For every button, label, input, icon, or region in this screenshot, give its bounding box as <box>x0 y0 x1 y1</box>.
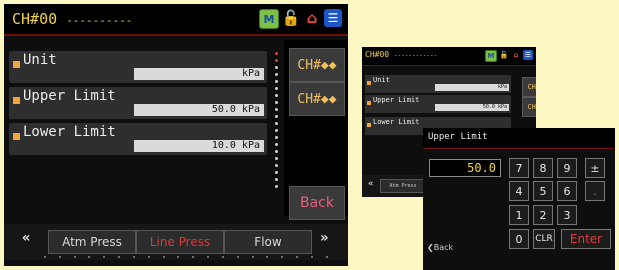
keypad-title: Upper Limit <box>428 132 488 142</box>
keypad-value-display: 50.0 <box>429 159 501 177</box>
lock-icon[interactable]: 🔓 <box>499 50 509 60</box>
preview-channel-button-1[interactable]: CH#◆◆ <box>522 77 536 97</box>
unit-field[interactable]: Unit kPa <box>9 51 267 83</box>
m-icon[interactable]: M <box>485 50 497 62</box>
title-bar: CH#00 ---------- M 🔓 ⌂ ☰ <box>4 4 348 36</box>
preview-title-bar: CH#00 ------------ M 🔓 ⌂ ☰ <box>362 47 536 66</box>
key-3[interactable]: 3 <box>557 205 577 225</box>
document-icon[interactable]: ☰ <box>523 50 533 60</box>
bullet-icon <box>13 133 20 140</box>
lock-icon[interactable]: 🔓 <box>282 9 300 27</box>
bullet-icon <box>367 81 371 85</box>
preview-upper-limit-value[interactable]: 50.0 kPa <box>435 104 509 111</box>
key-5[interactable]: 5 <box>533 181 553 201</box>
keypad-dialog: Upper Limit 50.0 7 8 9 ± 4 5 6 . 1 2 3 0… <box>423 128 615 270</box>
key-2[interactable]: 2 <box>533 205 553 225</box>
bullet-icon <box>13 61 20 68</box>
next-arrow-icon[interactable]: » <box>320 230 328 246</box>
enter-button[interactable]: Enter <box>561 229 611 249</box>
preview-title: CH#00 ------------ <box>365 50 438 59</box>
key-7[interactable]: 7 <box>509 158 529 178</box>
m-icon[interactable]: M <box>259 9 279 29</box>
field-label: Unit <box>23 52 57 68</box>
field-label: Lower Limit <box>373 118 420 126</box>
channel-button-2[interactable]: CH#◆◆ <box>289 82 345 116</box>
bullet-icon <box>367 101 371 105</box>
bottom-tab-bar: « Atm Press Line Press Flow » <box>4 224 348 260</box>
prev-arrow-icon[interactable]: « <box>368 179 373 189</box>
clear-button[interactable]: CLR <box>533 229 555 249</box>
preview-tab-atm-press[interactable]: Atm Press <box>380 179 426 193</box>
bullet-icon <box>13 97 20 104</box>
tab-flow[interactable]: Flow <box>224 230 312 254</box>
scroll-indicator[interactable] <box>273 52 279 188</box>
key-1[interactable]: 1 <box>509 205 529 225</box>
preview-channel-button-2[interactable]: CH#◆◆ <box>522 97 536 117</box>
chevron-left-icon: ❮ <box>427 243 434 252</box>
document-icon[interactable]: ☰ <box>324 9 342 27</box>
home-icon[interactable]: ⌂ <box>303 9 321 27</box>
tab-line-press[interactable]: Line Press <box>136 230 224 254</box>
prev-arrow-icon[interactable]: « <box>22 230 30 246</box>
keypad-back-label: Back <box>433 243 454 252</box>
page-dots <box>44 256 328 258</box>
field-label: Unit <box>373 76 390 84</box>
key-0[interactable]: 0 <box>509 229 529 249</box>
main-screen: CH#00 ---------- M 🔓 ⌂ ☰ Unit kPa Upper … <box>4 4 348 266</box>
channel-button-1[interactable]: CH#◆◆ <box>289 48 345 82</box>
preview-unit-field[interactable]: Unit kPa <box>365 75 511 93</box>
home-icon[interactable]: ⌂ <box>511 50 521 60</box>
preview-unit-value[interactable]: kPa <box>435 84 509 91</box>
key-8[interactable]: 8 <box>533 158 553 178</box>
field-label: Upper Limit <box>373 96 420 104</box>
field-label: Lower Limit <box>23 124 116 140</box>
side-panel: CH#◆◆ CH#◆◆ Back <box>284 40 348 220</box>
keypad-back-button[interactable]: ❮Back <box>427 243 453 252</box>
lower-limit-value[interactable]: 10.0 kPa <box>134 140 264 152</box>
upper-limit-field[interactable]: Upper Limit 50.0 kPa <box>9 87 267 119</box>
key-decimal[interactable]: . <box>585 181 605 201</box>
screen-title: CH#00 ---------- <box>12 10 133 28</box>
field-label: Upper Limit <box>23 88 116 104</box>
lower-limit-field[interactable]: Lower Limit 10.0 kPa <box>9 123 267 155</box>
upper-limit-value[interactable]: 50.0 kPa <box>134 104 264 116</box>
back-button[interactable]: Back <box>289 186 345 220</box>
keypad-title-bar: Upper Limit <box>423 128 615 149</box>
unit-value[interactable]: kPa <box>134 68 264 80</box>
bullet-icon <box>367 123 371 127</box>
key-6[interactable]: 6 <box>557 181 577 201</box>
key-plus-minus[interactable]: ± <box>585 158 605 178</box>
key-9[interactable]: 9 <box>557 158 577 178</box>
tab-atm-press[interactable]: Atm Press <box>48 230 136 254</box>
preview-upper-limit-field[interactable]: Upper Limit 50.0 kPa <box>365 95 511 113</box>
key-4[interactable]: 4 <box>509 181 529 201</box>
